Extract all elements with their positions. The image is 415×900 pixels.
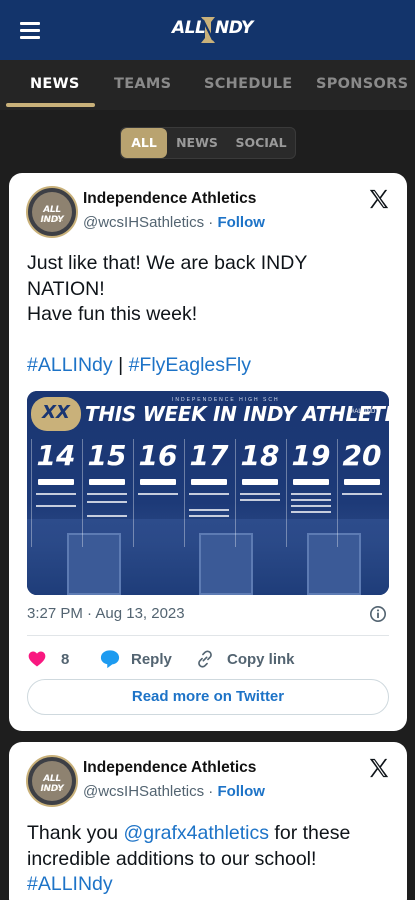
avatar-logo-text: ALL INDY xyxy=(40,774,64,794)
tweet-card: ALL INDY ATHLETICS Independence Athletic… xyxy=(9,173,407,731)
tweet-text-segment: for these xyxy=(269,822,351,844)
tweet-card: ALL INDY ATHLETICS Independence Athletic… xyxy=(9,742,407,900)
media-hashtag: #ALLINDY xyxy=(351,409,380,415)
day-column: 19 xyxy=(286,439,334,547)
follow-link[interactable]: Follow xyxy=(217,214,265,231)
author-handle-row: @wcsIHSathletics · Follow xyxy=(83,783,265,800)
heart-icon xyxy=(28,651,46,667)
tweet-text-line: incredible additions to our school! xyxy=(27,847,317,870)
tweet-hashtags: #ALLINdy xyxy=(27,872,397,898)
tab-schedule[interactable]: SCHEDULE xyxy=(204,76,292,92)
read-more-on-twitter-button[interactable]: Read more on Twitter xyxy=(27,679,389,715)
hashtag-link[interactable]: #FlyEaglesFly xyxy=(129,354,251,376)
copy-link-label: Copy link xyxy=(227,651,295,668)
filter-social[interactable]: SOCIAL xyxy=(227,128,295,158)
day-number: 15 xyxy=(87,439,127,472)
tab-news[interactable]: NEWS xyxy=(30,76,80,92)
media-title: THIS WEEK IN INDY ATHLETICS xyxy=(85,402,389,426)
author-handle-row: @wcsIHSathletics · Follow xyxy=(83,214,265,231)
tab-sponsors[interactable]: SPONSORS xyxy=(316,76,408,92)
tweet-text-line: Just like that! We are back INDY xyxy=(27,252,308,274)
content-filter: ALL NEWS SOCIAL xyxy=(120,127,296,159)
author-handle[interactable]: @wcsIHSathletics xyxy=(83,214,204,231)
like-button[interactable]: 8 xyxy=(27,647,87,671)
handle-separator: · xyxy=(208,214,214,231)
day-column: 20 xyxy=(337,439,385,547)
author-name[interactable]: Independence Athletics xyxy=(83,759,256,777)
day-number: 16 xyxy=(138,439,178,472)
copy-link-button[interactable]: Copy link xyxy=(195,647,315,671)
tweet-media-image[interactable]: XX INDEPENDENCE HIGH SCH THIS WEEK IN IN… xyxy=(27,391,389,595)
day-column: 18 xyxy=(235,439,283,547)
link-icon xyxy=(198,650,212,668)
filter-news[interactable]: NEWS xyxy=(169,128,225,158)
tweet-timestamp[interactable]: 3:27 PM · Aug 13, 2023 xyxy=(27,605,185,622)
app-header: ALL NDY xyxy=(0,0,415,60)
divider xyxy=(27,635,389,636)
tweet-text-line: Have fun this week! xyxy=(27,303,198,325)
media-badge: XX xyxy=(31,397,81,431)
tweet-text-line: NATION! xyxy=(27,277,105,300)
handle-separator: · xyxy=(208,783,214,800)
logo-text-right: NDY xyxy=(215,18,253,38)
like-count: 8 xyxy=(61,651,70,668)
tweet-text-line: Thank you @grafx4athletics for these xyxy=(27,821,397,847)
day-number: 19 xyxy=(291,439,331,472)
active-tab-indicator xyxy=(6,103,95,107)
day-column: 16 xyxy=(133,439,181,547)
info-icon[interactable] xyxy=(369,605,387,623)
day-column: 15 xyxy=(82,439,130,547)
day-number: 14 xyxy=(36,439,76,472)
day-column: 14 xyxy=(31,439,79,547)
author-name[interactable]: Independence Athletics xyxy=(83,190,256,208)
avatar-logo-sub: ATHLETICS xyxy=(41,786,63,791)
media-badge-text: XX xyxy=(42,402,70,423)
logo-i-mark-icon xyxy=(201,17,215,43)
day-number: 18 xyxy=(240,439,280,472)
day-column: 17 xyxy=(184,439,232,547)
hamburger-icon[interactable] xyxy=(20,22,40,39)
hashtag-link[interactable]: #ALLINdy xyxy=(27,873,113,895)
day-number: 17 xyxy=(189,439,229,472)
avatar-logo-text: ALL INDY xyxy=(40,205,64,225)
reply-button[interactable]: Reply xyxy=(99,647,189,671)
filter-all[interactable]: ALL xyxy=(121,128,167,158)
x-logo-icon[interactable] xyxy=(368,757,390,779)
avatar[interactable]: ALL INDY ATHLETICS xyxy=(26,755,78,807)
hashtag-link[interactable]: #ALLINdy xyxy=(27,354,113,376)
tweet-text-segment: Thank you xyxy=(27,822,124,844)
app-logo: ALL NDY xyxy=(170,14,253,46)
tweet-hashtags: #ALLINdy | #FlyEaglesFly xyxy=(27,353,397,379)
avatar[interactable]: ALL INDY ATHLETICS xyxy=(26,186,78,238)
follow-link[interactable]: Follow xyxy=(217,783,265,800)
reply-bubble-icon xyxy=(100,650,120,669)
mention-link[interactable]: @grafx4athletics xyxy=(123,822,269,844)
author-handle[interactable]: @wcsIHSathletics xyxy=(83,783,204,800)
tab-teams[interactable]: TEAMS xyxy=(114,76,171,92)
reply-label: Reply xyxy=(131,651,172,668)
day-number: 20 xyxy=(342,439,382,472)
hashtag-separator: | xyxy=(118,354,124,376)
x-logo-icon[interactable] xyxy=(368,188,390,210)
avatar-logo-sub: ATHLETICS xyxy=(41,217,63,222)
